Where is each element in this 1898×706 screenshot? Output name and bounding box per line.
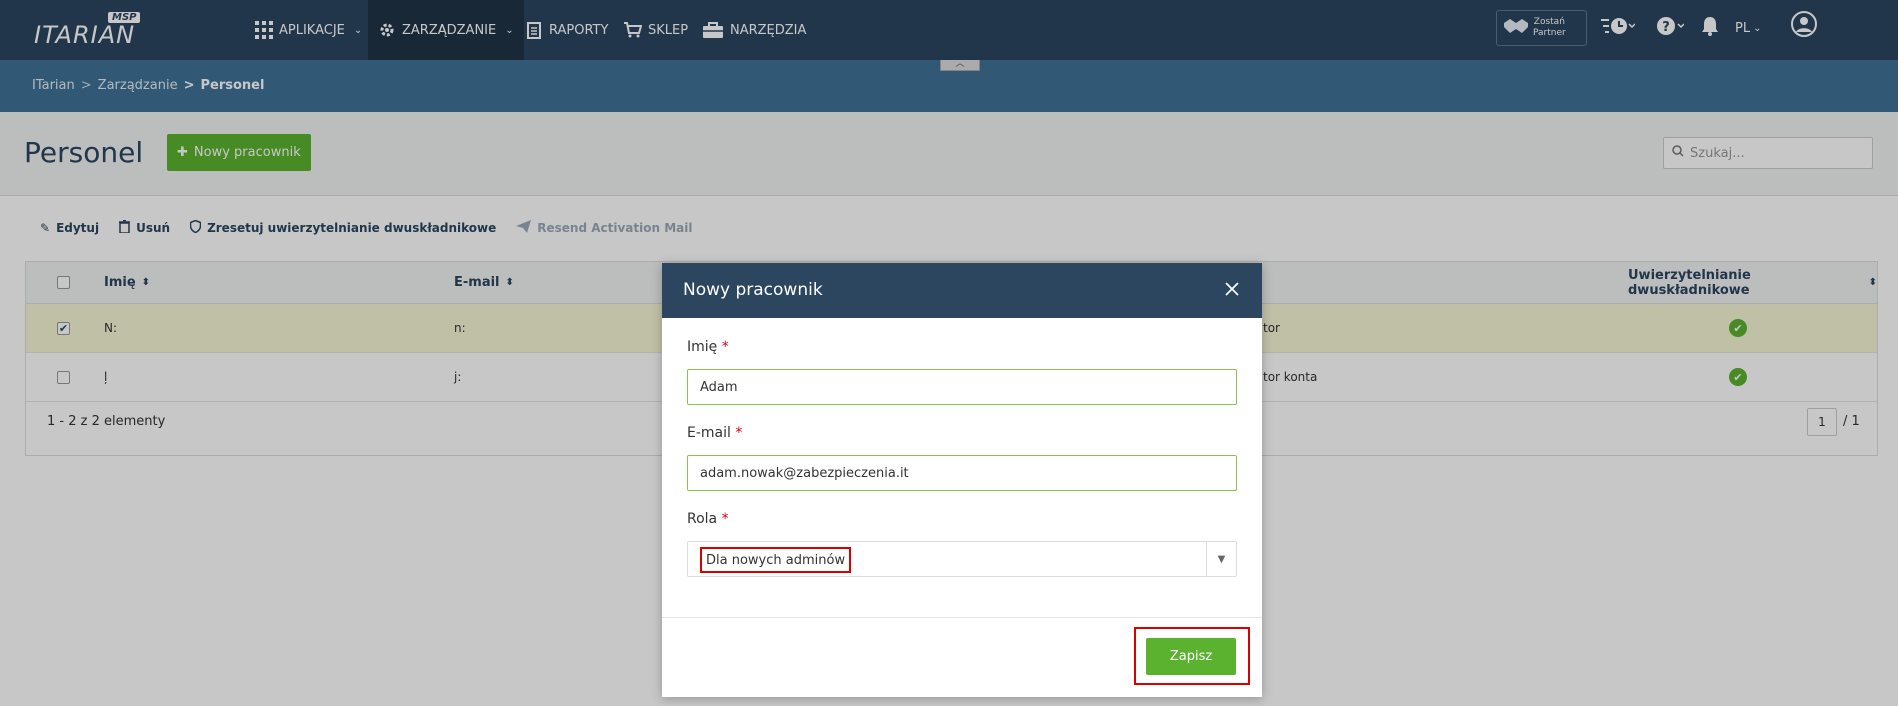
close-icon[interactable] — [1222, 279, 1242, 299]
required-mark: * — [721, 339, 729, 355]
role-label-text: Rola — [687, 511, 718, 527]
name-field-label: Imię * — [687, 339, 729, 355]
email-label-text: E-mail — [687, 425, 731, 441]
dialog-footer-divider — [662, 617, 1262, 618]
dialog-header: Nowy pracownik — [662, 263, 1262, 318]
email-field-label: E-mail * — [687, 425, 742, 441]
required-mark: * — [735, 425, 743, 441]
name-label-text: Imię — [687, 339, 718, 355]
role-field-label: Rola * — [687, 511, 729, 527]
name-field[interactable]: Adam — [687, 369, 1237, 405]
email-field[interactable]: adam.nowak@zabezpieczenia.it — [687, 455, 1237, 491]
dialog-title: Nowy pracownik — [683, 280, 823, 300]
required-mark: * — [721, 511, 729, 527]
dropdown-arrow-icon[interactable]: ▼ — [1206, 542, 1236, 576]
new-employee-dialog: Nowy pracownik Imię * Adam E-mail * adam… — [662, 263, 1262, 697]
role-selected-value: Dla nowych adminów — [700, 547, 852, 573]
save-button[interactable]: Zapisz — [1146, 638, 1236, 675]
role-select[interactable]: Dla nowych adminów ▼ — [687, 541, 1237, 577]
